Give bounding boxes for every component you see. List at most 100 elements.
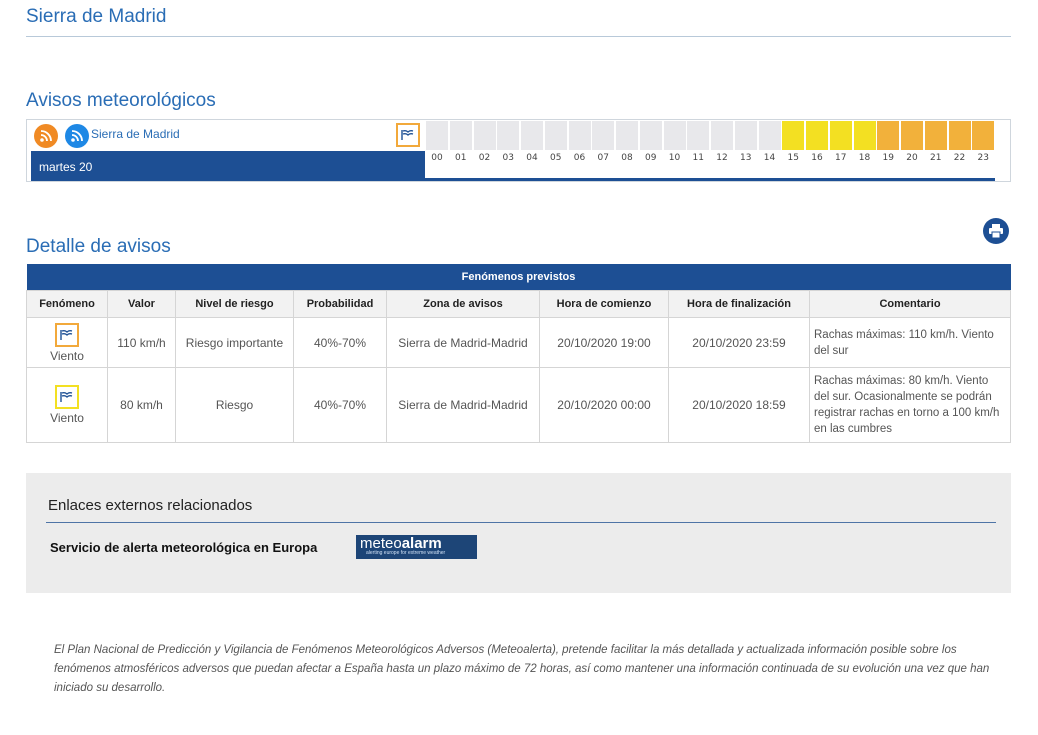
hour-cell[interactable] bbox=[663, 121, 686, 150]
logo-subtitle: alerting europe for extreme weather bbox=[366, 550, 446, 556]
zona-cell: Sierra de Madrid-Madrid bbox=[386, 317, 540, 368]
hour-label: 04 bbox=[526, 153, 538, 163]
page-title: Sierra de Madrid bbox=[26, 6, 167, 27]
hour-cell[interactable] bbox=[782, 121, 805, 150]
hour-cell[interactable] bbox=[544, 121, 567, 150]
hour-label: 08 bbox=[621, 153, 633, 163]
rss-icon[interactable] bbox=[34, 124, 58, 148]
hour-label: 15 bbox=[787, 153, 799, 163]
col-header: Comentario bbox=[809, 290, 1011, 318]
timeline-baseline bbox=[424, 178, 995, 181]
hour-cell[interactable] bbox=[972, 121, 995, 150]
zona-cell: Sierra de Madrid-Madrid bbox=[386, 367, 540, 443]
fin-cell: 20/10/2020 18:59 bbox=[668, 367, 810, 443]
table-row: Viento 80 km/h Riesgo 40%-70% Sierra de … bbox=[26, 367, 1011, 443]
rss-feed-icon[interactable] bbox=[65, 124, 89, 148]
hour-label: 07 bbox=[597, 153, 609, 163]
table-row: Viento 110 km/h Riesgo importante 40%-70… bbox=[26, 317, 1011, 368]
hour-cell[interactable] bbox=[426, 121, 448, 150]
hour-cell[interactable] bbox=[853, 121, 876, 150]
day-label[interactable]: martes 20 bbox=[31, 151, 425, 181]
fenomeno-label: Viento bbox=[50, 411, 84, 425]
hour-label: 09 bbox=[645, 153, 657, 163]
hour-cell[interactable] bbox=[497, 121, 520, 150]
timeline-header: Sierra de Madrid martes 20 bbox=[27, 120, 425, 181]
hour-label: 22 bbox=[953, 153, 966, 163]
hour-label: 19 bbox=[882, 153, 894, 163]
hour-cell[interactable] bbox=[449, 121, 472, 150]
valor-cell: 110 km/h bbox=[107, 317, 176, 368]
hour-label: 23 bbox=[977, 153, 989, 163]
hour-cell[interactable] bbox=[948, 121, 971, 150]
hour-label: 17 bbox=[835, 153, 847, 163]
hour-cell[interactable] bbox=[592, 121, 615, 150]
hour-label: 21 bbox=[930, 153, 942, 163]
col-header: Nivel de riesgo bbox=[175, 290, 294, 318]
hour-label: 02 bbox=[478, 153, 491, 163]
european-alert-link[interactable]: Servicio de alerta meteorológica en Euro… bbox=[50, 540, 317, 555]
footer-note: El Plan Nacional de Predicción y Vigilan… bbox=[54, 644, 990, 694]
probabilidad-cell: 40%-70% bbox=[293, 367, 387, 443]
hour-cell[interactable] bbox=[901, 121, 923, 150]
avisos-title: Avisos meteorológicos bbox=[26, 90, 216, 111]
hour-label: 11 bbox=[692, 153, 704, 163]
external-links-title: Enlaces externos relacionados bbox=[48, 497, 253, 514]
wind-warning-icon bbox=[55, 322, 79, 347]
hour-cell[interactable] bbox=[639, 121, 662, 150]
zone-link[interactable]: Sierra de Madrid bbox=[91, 127, 180, 141]
hour-cell[interactable] bbox=[758, 121, 781, 150]
hour-cell[interactable] bbox=[473, 121, 496, 150]
hour-cell[interactable] bbox=[806, 121, 828, 150]
external-links-panel: Enlaces externos relacionados Servicio d… bbox=[26, 473, 1011, 593]
nivel-cell: Riesgo bbox=[175, 367, 294, 443]
hour-label: 12 bbox=[716, 153, 728, 163]
col-header: Hora de finalización bbox=[668, 290, 810, 318]
fenomeno-cell: Viento bbox=[26, 367, 108, 443]
fenomeno-cell: Viento bbox=[26, 317, 108, 368]
hour-label: 06 bbox=[573, 153, 586, 163]
hour-cell[interactable] bbox=[877, 121, 900, 150]
comienzo-cell: 20/10/2020 00:00 bbox=[539, 367, 669, 443]
col-header: Probabilidad bbox=[293, 290, 387, 318]
col-header: Fenómeno bbox=[26, 290, 108, 318]
hour-label: 10 bbox=[668, 153, 681, 163]
nivel-cell: Riesgo importante bbox=[175, 317, 294, 368]
meteoalarm-logo[interactable]: meteoalarm alerting europe for extreme w… bbox=[356, 535, 477, 559]
print-icon[interactable] bbox=[983, 218, 1009, 244]
hour-label: 01 bbox=[455, 153, 467, 163]
hour-cell[interactable] bbox=[521, 121, 543, 150]
hour-cell[interactable] bbox=[711, 121, 733, 150]
hour-strip: 00 01 02 03 04 05 06 07 08 09 10 11 12 13 14 15 16 17 18 19… bbox=[424, 120, 995, 181]
comentario-cell: Rachas máximas: 110 km/h. Viento del sur bbox=[809, 317, 1011, 368]
hour-label: 05 bbox=[550, 153, 562, 163]
hour-cell[interactable] bbox=[616, 121, 638, 150]
hour-label: 13 bbox=[740, 153, 752, 163]
hour-cell[interactable] bbox=[734, 121, 757, 150]
hour-label: 16 bbox=[811, 153, 823, 163]
col-header: Zona de avisos bbox=[386, 290, 540, 318]
hour-cell[interactable] bbox=[687, 121, 710, 150]
table-caption: Fenómenos previstos bbox=[26, 264, 1011, 291]
hour-label: 00 bbox=[431, 153, 443, 163]
col-header: Hora de comienzo bbox=[539, 290, 669, 318]
warnings-table: Fenómenos previstos Fenómeno Valor Nivel… bbox=[26, 264, 1011, 443]
hour-cell[interactable] bbox=[829, 121, 852, 150]
hour-cell[interactable] bbox=[924, 121, 947, 150]
wind-warning-icon bbox=[55, 385, 79, 409]
wind-warning-icon[interactable] bbox=[396, 123, 420, 147]
fenomeno-label: Viento bbox=[50, 348, 84, 363]
fin-cell: 20/10/2020 23:59 bbox=[668, 317, 810, 368]
warning-timeline: Sierra de Madrid martes 20 00 01 02 03 04 05 0… bbox=[26, 119, 1011, 182]
hour-label: 14 bbox=[763, 153, 776, 163]
hour-label: 20 bbox=[906, 153, 918, 163]
col-header: Valor bbox=[107, 290, 176, 318]
probabilidad-cell: 40%-70% bbox=[293, 317, 387, 368]
hour-label: 03 bbox=[502, 153, 514, 163]
comentario-cell: Rachas máximas: 80 km/h. Viento del sur.… bbox=[809, 367, 1011, 443]
detalle-title: Detalle de avisos bbox=[26, 236, 171, 257]
hour-cell[interactable] bbox=[568, 121, 591, 150]
comienzo-cell: 20/10/2020 19:00 bbox=[539, 317, 669, 368]
external-links-divider bbox=[46, 522, 996, 523]
hour-label: 18 bbox=[858, 153, 871, 163]
valor-cell: 80 km/h bbox=[107, 367, 176, 443]
